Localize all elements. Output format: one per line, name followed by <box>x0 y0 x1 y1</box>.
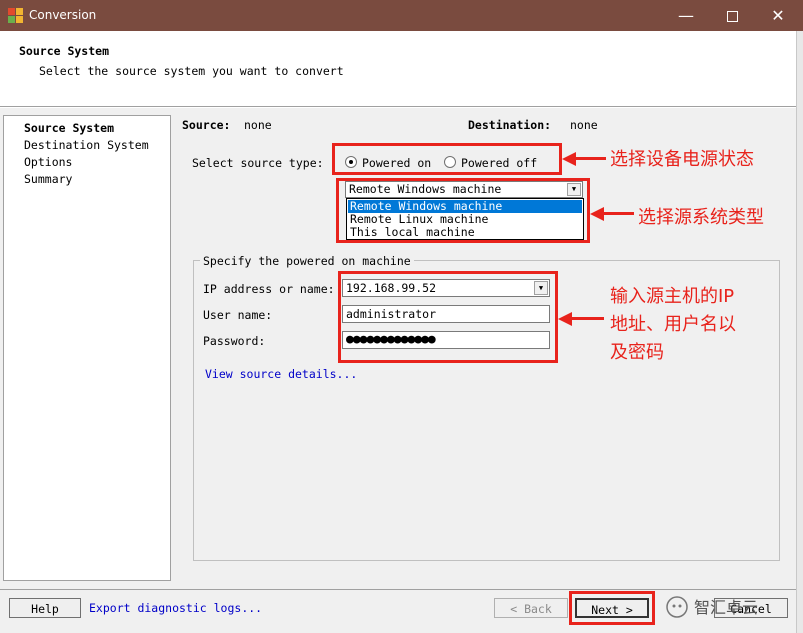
annotation-box-host <box>338 271 558 363</box>
annotation-box-next <box>569 591 655 625</box>
back-button[interactable]: < Back <box>494 598 568 618</box>
maximize-button[interactable] <box>709 0 755 31</box>
username-label: User name: <box>203 308 273 322</box>
annotation-host-line1: 输入源主机的IP <box>610 286 735 307</box>
groupbox-title: Specify the powered on machine <box>200 254 414 268</box>
destination-label: Destination: <box>468 118 552 132</box>
annotation-host-line2: 地址、用户名以 <box>610 314 736 335</box>
annotation-arrow-host <box>568 317 604 320</box>
window-edge <box>796 31 803 633</box>
annotation-arrow-type <box>600 212 634 215</box>
ip-label: IP address or name: <box>203 282 335 296</box>
annotation-arrow-power <box>572 157 606 160</box>
wechat-icon <box>666 596 688 618</box>
watermark-text: 智汇卓云 <box>694 598 759 617</box>
help-button[interactable]: Help <box>9 598 81 618</box>
annotation-source-type: 选择源系统类型 <box>638 207 764 228</box>
close-button[interactable]: ✕ <box>755 0 801 31</box>
close-icon: ✕ <box>771 6 785 25</box>
arrow-left-icon <box>590 207 604 221</box>
nav-item-destination-system[interactable]: Destination System <box>24 138 149 152</box>
annotation-box-type <box>336 178 590 243</box>
export-logs-link[interactable]: Export diagnostic logs... <box>89 601 262 615</box>
annotation-power-state: 选择设备电源状态 <box>610 149 754 170</box>
footer-divider <box>0 589 796 590</box>
arrow-left-icon <box>562 152 576 166</box>
password-label: Password: <box>203 334 266 348</box>
source-label: Source: <box>182 118 231 132</box>
wizard-header: Source System Select the source system y… <box>0 31 803 107</box>
maximize-icon <box>726 11 738 22</box>
destination-value: none <box>570 118 598 132</box>
nav-item-summary[interactable]: Summary <box>24 172 72 186</box>
minimize-button[interactable]: — <box>663 0 709 31</box>
nav-item-source-system[interactable]: Source System <box>24 121 114 135</box>
header-divider-highlight <box>0 107 803 108</box>
app-icon <box>8 8 23 23</box>
minimize-icon: — <box>678 6 694 25</box>
view-source-details-link[interactable]: View source details... <box>205 367 357 381</box>
arrow-left-icon <box>558 312 572 326</box>
annotation-host-line3: 及密码 <box>610 342 664 363</box>
nav-item-options[interactable]: Options <box>24 155 72 169</box>
annotation-box-power <box>332 143 562 175</box>
wizard-steps-nav: Source System Destination System Options… <box>3 115 171 581</box>
source-type-label: Select source type: <box>192 156 324 170</box>
title-bar[interactable]: Conversion — ✕ <box>0 0 803 31</box>
window-title: Conversion <box>29 8 97 22</box>
source-value: none <box>244 118 272 132</box>
page-title: Source System <box>19 44 110 58</box>
page-subtitle: Select the source system you want to con… <box>39 64 344 78</box>
